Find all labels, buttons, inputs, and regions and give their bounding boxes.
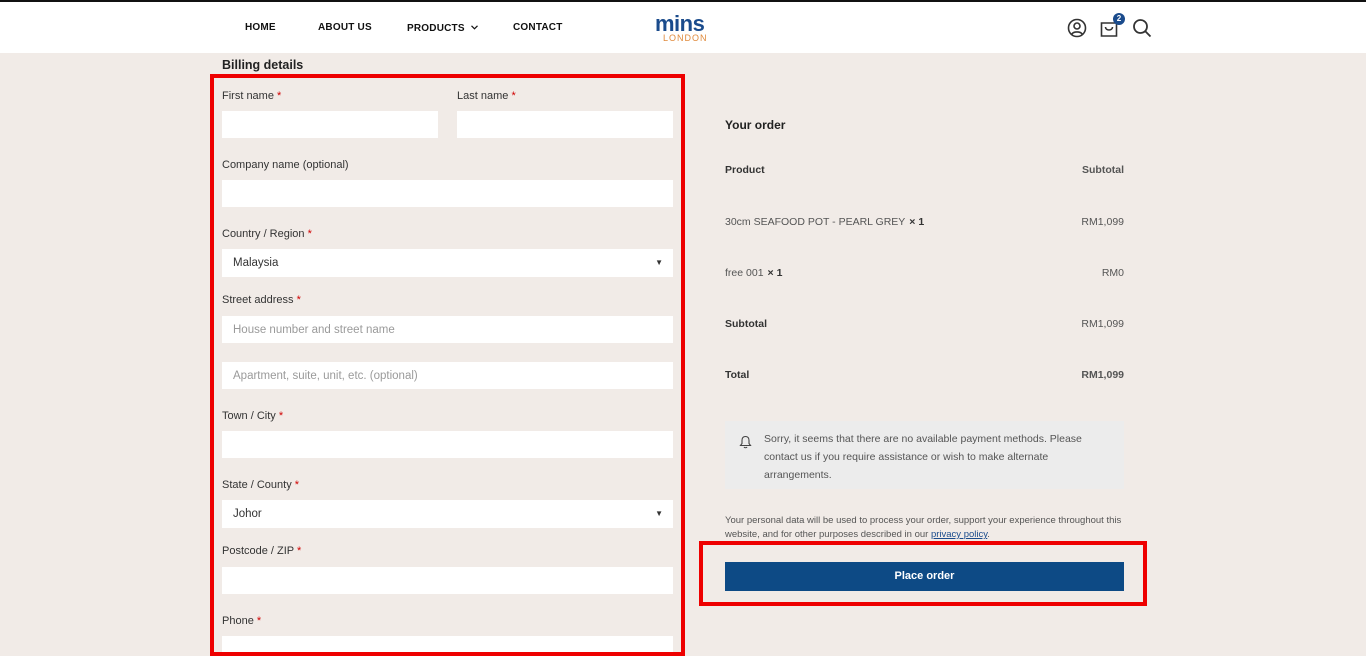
chevron-down-icon [470,22,478,33]
nav-products[interactable]: PRODUCTS [407,22,478,34]
total-label: Total [725,369,750,381]
privacy-policy-link[interactable]: privacy policy [931,529,987,540]
privacy-notice: Your personal data will be used to proce… [725,515,1122,540]
billing-form-highlight [210,74,685,656]
subtotal-value: RM1,099 [1081,318,1124,330]
subtotal-column-header: Subtotal [1082,164,1124,176]
payment-notice: Sorry, it seems that there are no availa… [725,421,1124,489]
billing-details-heading: Billing details [222,58,304,72]
order-item-price: RM1,099 [1081,216,1124,228]
product-column-header: Product [725,164,765,176]
search-icon[interactable] [1131,17,1153,39]
cart-count-badge: 2 [1113,13,1125,25]
nav-contact[interactable]: CONTACT [513,22,563,33]
nav-home[interactable]: HOME [245,22,276,33]
nav-about-us[interactable]: ABOUT US [318,22,372,33]
place-order-highlight [699,541,1147,606]
payment-notice-text: Sorry, it seems that there are no availa… [764,433,1082,481]
total-value: RM1,099 [1081,369,1124,381]
nav-products-label: PRODUCTS [407,23,465,34]
user-icon[interactable] [1066,17,1088,39]
logo-subtitle: LONDON [663,33,708,43]
your-order-heading: Your order [725,118,786,132]
order-item-name: 30cm SEAFOOD POT - PEARL GREY × 1 [725,216,925,228]
bell-icon [739,435,752,454]
site-logo[interactable]: mins LONDON [655,11,719,47]
site-header: HOME ABOUT US PRODUCTS CONTACT mins LOND… [0,2,1366,53]
order-item-name: free 001 × 1 [725,267,783,279]
subtotal-label: Subtotal [725,318,767,330]
order-item-price: RM0 [1101,267,1124,279]
